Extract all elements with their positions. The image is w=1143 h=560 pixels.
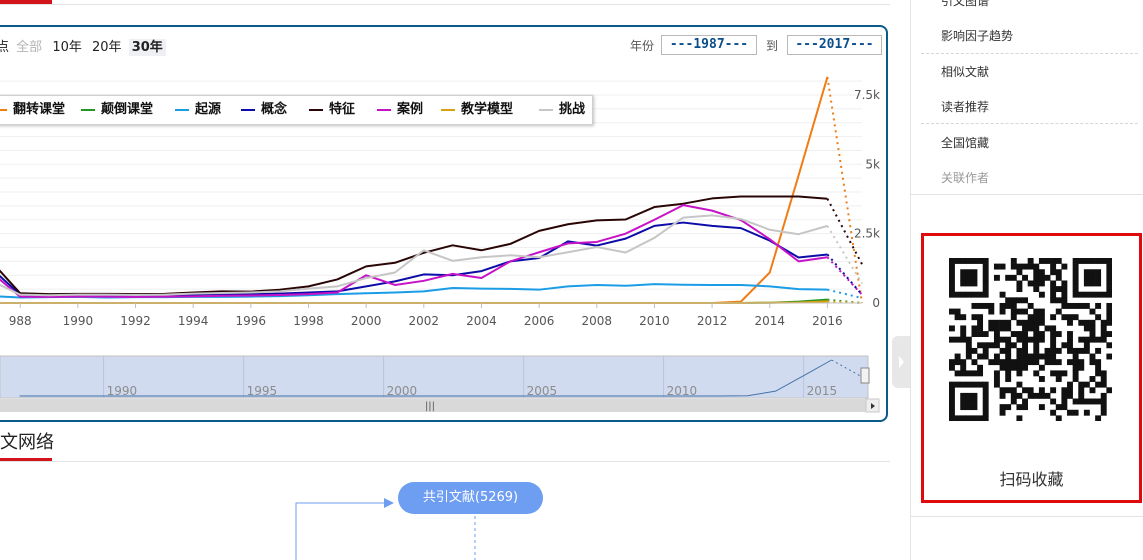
legend-swatch — [377, 108, 391, 111]
x-tick-label: 2010 — [639, 314, 670, 328]
y-tick-label: 0 — [872, 296, 880, 310]
x-tick-label: 2012 — [697, 314, 728, 328]
range-selector: 点 全部 10年 20年 30年 — [0, 36, 166, 56]
legend-item[interactable]: 教学模型 — [441, 96, 513, 124]
legend-label: 教学模型 — [461, 102, 514, 117]
x-tick-label: 988 — [9, 314, 32, 328]
legend-item[interactable]: 特征 — [309, 96, 355, 124]
legend-item[interactable]: 挑战 — [539, 96, 585, 124]
x-tick-label: 1992 — [120, 314, 151, 328]
series-line-4 — [0, 195, 828, 296]
legend-item[interactable]: 案例 — [377, 96, 423, 124]
legend-swatch — [441, 108, 455, 111]
scrollbar-grip-icon[interactable]: ||| — [425, 401, 435, 412]
x-tick-label: 1990 — [63, 314, 94, 328]
network-section-title: 文网络 — [0, 432, 54, 453]
arrow-right-icon — [384, 498, 394, 508]
qr-code-panel: 扫码收藏 — [921, 233, 1142, 503]
year-label: 年份 — [630, 39, 655, 53]
series-projection-2 — [827, 288, 863, 299]
range-10y-button[interactable]: 10年 — [49, 39, 85, 56]
y-tick-label: 5k — [865, 157, 880, 171]
sidebar-divider — [911, 516, 1143, 517]
sidebar-divider — [910, 0, 911, 560]
series-projection-0 — [826, 76, 863, 304]
x-tick-label: 2016 — [812, 314, 843, 328]
legend-label: 挑战 — [559, 102, 586, 117]
legend-swatch — [241, 108, 255, 111]
legend-swatch — [175, 108, 189, 111]
x-tick-label: 2008 — [581, 314, 612, 328]
legend-label: 案例 — [397, 102, 424, 117]
x-tick-label: 1998 — [293, 314, 324, 328]
legend-label: 起源 — [195, 102, 222, 117]
navigator-label: 2015 — [807, 384, 838, 398]
qr-code-icon — [949, 258, 1112, 421]
year-to-input[interactable]: ---2017--- — [787, 35, 882, 55]
sidebar-separator — [921, 53, 1138, 54]
sidebar-separator — [921, 123, 1138, 124]
legend-swatch — [81, 108, 95, 111]
chevron-right-icon — [899, 356, 904, 368]
legend-label: 特征 — [329, 102, 356, 117]
series-line-5 — [0, 204, 828, 298]
y-tick-label: 7.5k — [854, 88, 880, 102]
legend-item[interactable]: 概念 — [241, 96, 287, 124]
legend-swatch — [539, 108, 553, 111]
sidebar-link-impact-trend[interactable]: 影响因子趋势 — [941, 27, 1013, 44]
cocited-references-node[interactable]: 共引文献(5269) — [398, 482, 543, 514]
sidebar-link-reader-recommend[interactable]: 读者推荐 — [941, 98, 989, 115]
range-prefix: 点 — [0, 40, 10, 55]
legend-item[interactable]: 起源 — [175, 96, 221, 124]
range-all-button[interactable]: 全部 — [13, 39, 45, 56]
legend-label: 概念 — [261, 102, 288, 117]
chart-legend: 翻转课堂 颠倒课堂 起源 概念 特征 案例 教学模型 挑战 — [0, 95, 593, 125]
sidebar-link-national-holdings[interactable]: 全国馆藏 — [941, 134, 989, 151]
sidebar-divider — [911, 194, 1143, 195]
range-30y-button[interactable]: 30年 — [128, 39, 166, 56]
x-tick-label: 2002 — [409, 314, 440, 328]
legend-label: 翻转课堂 — [13, 102, 66, 117]
qr-caption: 扫码收藏 — [999, 470, 1064, 489]
x-tick-label: 2004 — [466, 314, 497, 328]
year-from-input[interactable]: ---1987--- — [661, 35, 757, 55]
sidebar-link-similar[interactable]: 相似文献 — [941, 63, 989, 80]
x-tick-label: 1996 — [236, 314, 267, 328]
legend-label: 颠倒课堂 — [101, 102, 154, 117]
section-divider — [0, 4, 890, 5]
navigator-handle[interactable] — [860, 367, 870, 384]
sidebar-collapse-handle[interactable] — [892, 336, 910, 388]
x-tick-label: 2014 — [754, 314, 785, 328]
range-20y-button[interactable]: 20年 — [89, 39, 125, 56]
y-tick-label: 2.5k — [854, 227, 880, 241]
sidebar-link-related-authors[interactable]: 关联作者 — [941, 169, 989, 186]
legend-swatch — [0, 108, 7, 111]
legend-item[interactable]: 翻转课堂 — [0, 96, 65, 124]
legend-swatch — [309, 108, 323, 111]
legend-item[interactable]: 颠倒课堂 — [81, 96, 153, 124]
network-divider — [0, 461, 890, 462]
to-label: 到 — [766, 39, 779, 53]
sidebar-link-citation-map[interactable]: 引文图谱 — [941, 0, 989, 9]
x-tick-label: 1994 — [178, 314, 209, 328]
x-tick-label: 2000 — [351, 314, 382, 328]
x-tick-label: 2006 — [524, 314, 555, 328]
